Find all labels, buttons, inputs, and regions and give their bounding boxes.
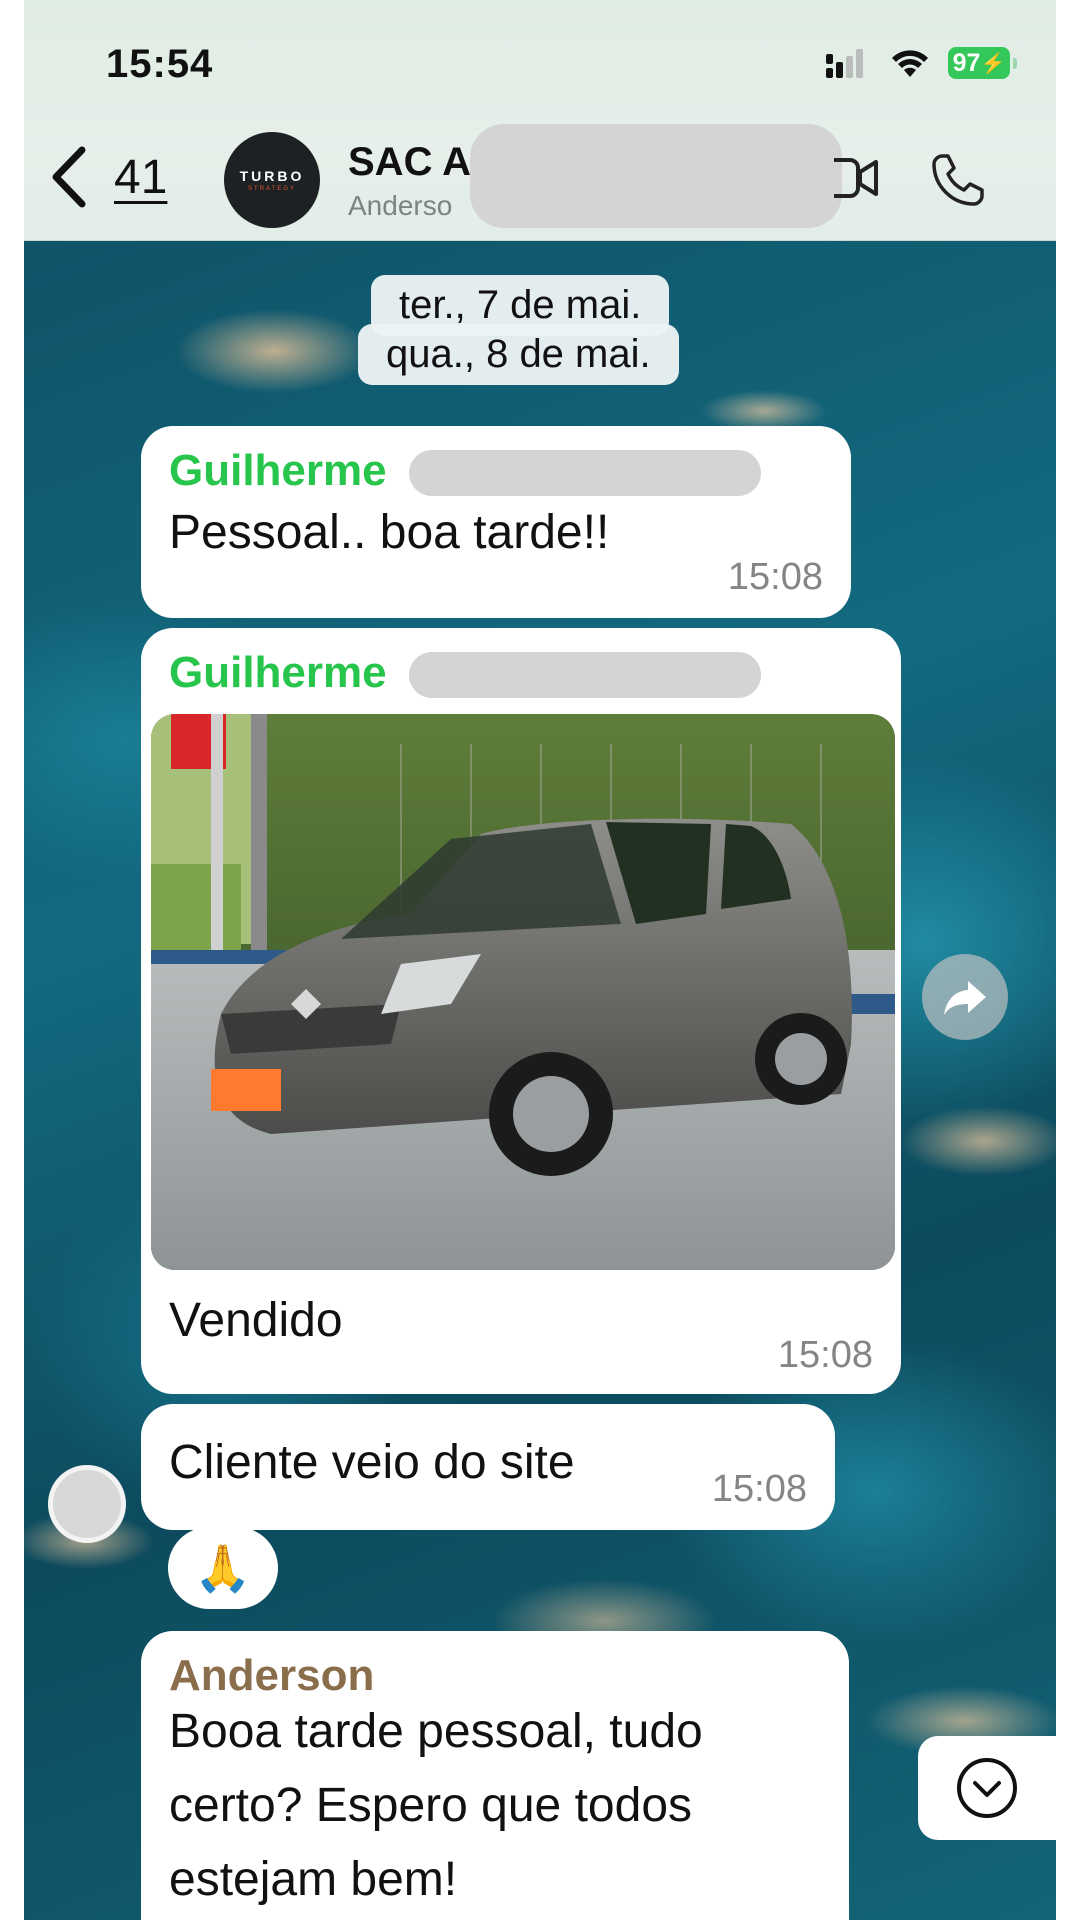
- message-bubble[interactable]: Cliente veio do site 15:08: [141, 1404, 835, 1530]
- whatsapp-chat-screen: 15:54 97 ⚡ 41 TURBO STRATEGY SAC A Ander…: [24, 0, 1056, 1920]
- signal-icon: [826, 49, 863, 78]
- message-text: Booa tarde pessoal, tudo certo? Espero q…: [169, 1695, 703, 1917]
- message-text: Cliente veio do site: [169, 1436, 575, 1489]
- image-message-bubble[interactable]: Guilherme Vendido 15:08: [141, 628, 901, 1394]
- avatar-brand: TURBO: [239, 168, 305, 184]
- phone-call-icon[interactable]: [928, 150, 988, 210]
- pray-emoji: 🙏: [194, 1541, 252, 1594]
- video-call-icon[interactable]: [834, 150, 880, 206]
- message-time: 15:08: [711, 1468, 807, 1510]
- battery-icon: 97 ⚡: [948, 47, 1017, 79]
- sender-name: Guilherme: [169, 446, 387, 495]
- chevron-down-icon: [957, 1758, 1017, 1818]
- avatar-brand-sub: STRATEGY: [248, 186, 296, 192]
- sender-avatar[interactable]: [48, 1465, 126, 1543]
- message-line: Booa tarde pessoal, tudo: [169, 1705, 703, 1758]
- message-time: 15:08: [777, 1334, 873, 1376]
- chat-title[interactable]: SAC A: [348, 140, 471, 185]
- redacted-header-area: [470, 124, 842, 228]
- image-caption: Vendido: [169, 1294, 343, 1347]
- group-avatar[interactable]: TURBO STRATEGY: [224, 132, 320, 228]
- forward-button[interactable]: [922, 954, 1008, 1040]
- wifi-icon: [892, 50, 928, 77]
- chat-header: 15:54 97 ⚡ 41 TURBO STRATEGY SAC A Ander…: [24, 0, 1056, 241]
- sender-name: Anderson: [169, 1651, 375, 1700]
- message-text: Pessoal.. boa tarde!!: [169, 506, 610, 559]
- redacted-name: [409, 652, 761, 698]
- forward-icon: [944, 981, 986, 1015]
- date-separator-first: ter., 7 de mai.: [371, 275, 670, 336]
- back-chevron-icon[interactable]: [44, 142, 94, 212]
- battery-level: 97: [952, 48, 981, 77]
- unread-count-back[interactable]: 41: [114, 150, 167, 205]
- message-line: certo? Espero que todos: [169, 1779, 693, 1832]
- message-reaction[interactable]: 🙏: [168, 1527, 278, 1609]
- message-bubble[interactable]: Guilherme Pessoal.. boa tarde!! 15:08: [141, 426, 851, 618]
- honda-fit-car-photo: [151, 714, 895, 1270]
- message-line: estejam bem!: [169, 1853, 458, 1906]
- scroll-to-bottom-button[interactable]: [918, 1736, 1056, 1840]
- status-icons: 97 ⚡: [826, 46, 1017, 80]
- message-bubble[interactable]: Anderson Booa tarde pessoal, tudo certo?…: [141, 1631, 849, 1920]
- redacted-name: [409, 450, 761, 496]
- car-photo[interactable]: [151, 714, 895, 1270]
- status-time: 15:54: [106, 42, 214, 86]
- chat-subtitle[interactable]: Anderso: [348, 190, 452, 222]
- sender-name: Guilherme: [169, 648, 387, 697]
- message-time: 15:08: [727, 556, 823, 598]
